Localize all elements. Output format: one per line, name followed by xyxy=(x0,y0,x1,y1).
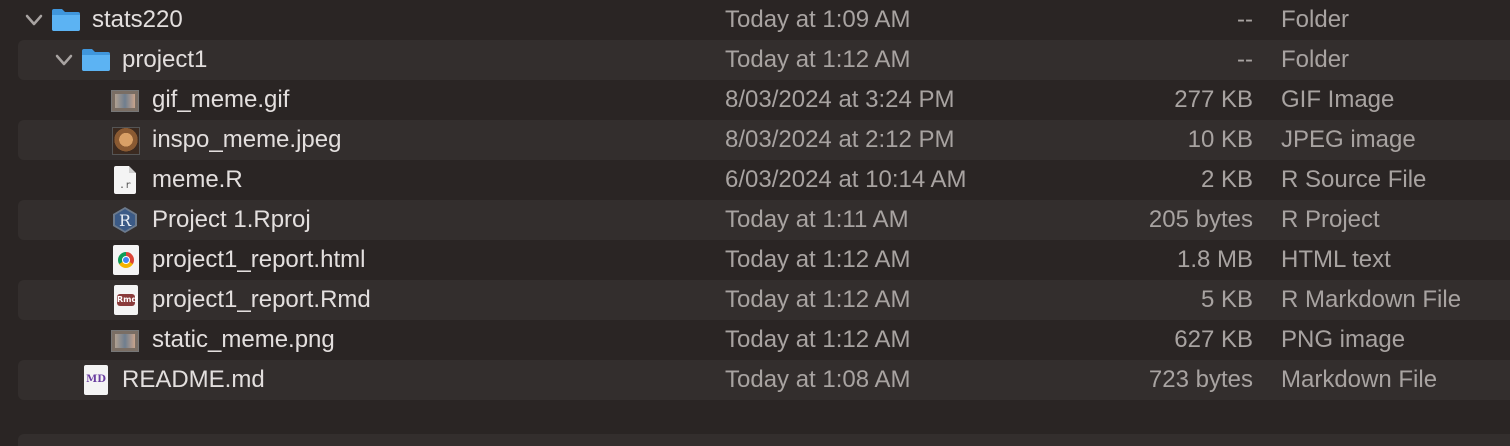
file-kind: Folder xyxy=(1281,6,1350,33)
file-size: 277 KB xyxy=(1174,86,1253,113)
list-item-report-rmd[interactable]: Rmd project1_report.Rmd Today at 1:12 AM… xyxy=(0,280,1510,320)
date-modified: Today at 1:12 AM xyxy=(725,246,911,273)
image-thumbnail-icon xyxy=(111,90,139,112)
list-item-meme-r[interactable]: .r meme.R 6/03/2024 at 10:14 AM 2 KB R S… xyxy=(0,160,1510,200)
file-size: 10 KB xyxy=(1187,126,1253,153)
date-modified: Today at 1:08 AM xyxy=(725,366,911,393)
chevron-down-icon[interactable] xyxy=(22,8,46,32)
chevron-down-icon[interactable] xyxy=(52,48,76,72)
list-item-readme[interactable]: MD README.md Today at 1:08 AM 723 bytes … xyxy=(0,360,1510,400)
r-project-icon: R xyxy=(113,207,137,233)
file-size: 2 KB xyxy=(1200,166,1253,193)
file-size: 723 bytes xyxy=(1148,366,1253,393)
date-modified: Today at 1:12 AM xyxy=(725,46,911,73)
markdown-file-icon: MD xyxy=(84,365,108,395)
folder-icon xyxy=(52,9,80,31)
date-modified: 8/03/2024 at 2:12 PM xyxy=(725,126,955,153)
file-name: project1_report.html xyxy=(152,246,366,273)
chrome-html-icon xyxy=(113,245,139,275)
list-item-stats220[interactable]: stats220 Today at 1:09 AM -- Folder xyxy=(0,0,1510,40)
file-kind: R Project xyxy=(1281,206,1380,233)
finder-file-list: stats220 Today at 1:09 AM -- Folder proj… xyxy=(0,0,1510,400)
file-kind: R Source File xyxy=(1281,166,1427,193)
rmd-file-icon: Rmd xyxy=(114,285,138,315)
file-name: stats220 xyxy=(92,6,183,33)
date-modified: 6/03/2024 at 10:14 AM xyxy=(725,166,967,193)
file-kind: Markdown File xyxy=(1281,366,1438,393)
file-size: 205 bytes xyxy=(1148,206,1253,233)
file-kind: PNG image xyxy=(1281,326,1406,353)
file-name: project1_report.Rmd xyxy=(152,286,371,313)
date-modified: 8/03/2024 at 3:24 PM xyxy=(725,86,955,113)
r-source-file-icon: .r xyxy=(114,166,136,194)
list-item-project-rproj[interactable]: R Project 1.Rproj Today at 1:11 AM 205 b… xyxy=(0,200,1510,240)
file-name: static_meme.png xyxy=(152,326,335,353)
date-modified: Today at 1:12 AM xyxy=(725,286,911,313)
file-size: -- xyxy=(1237,46,1253,73)
file-name: Project 1.Rproj xyxy=(152,206,311,233)
file-kind: JPEG image xyxy=(1281,126,1416,153)
list-item-report-html[interactable]: project1_report.html Today at 1:12 AM 1.… xyxy=(0,240,1510,280)
image-thumbnail-icon xyxy=(111,330,139,352)
file-name: meme.R xyxy=(152,166,243,193)
list-item-static-meme[interactable]: static_meme.png Today at 1:12 AM 627 KB … xyxy=(0,320,1510,360)
file-kind: Folder xyxy=(1281,46,1350,73)
list-item-gif-meme[interactable]: gif_meme.gif 8/03/2024 at 3:24 PM 277 KB… xyxy=(0,80,1510,120)
list-item-project1[interactable]: project1 Today at 1:12 AM -- Folder xyxy=(0,40,1510,80)
file-size: 627 KB xyxy=(1174,326,1253,353)
date-modified: Today at 1:09 AM xyxy=(725,6,911,33)
file-size: -- xyxy=(1237,6,1253,33)
date-modified: Today at 1:12 AM xyxy=(725,326,911,353)
file-kind: GIF Image xyxy=(1281,86,1395,113)
file-name: inspo_meme.jpeg xyxy=(152,126,342,153)
svg-text:R: R xyxy=(119,211,132,230)
empty-row-stripe xyxy=(18,434,1510,446)
file-kind: R Markdown File xyxy=(1281,286,1462,313)
date-modified: Today at 1:11 AM xyxy=(725,206,909,233)
dog-thumbnail-icon xyxy=(112,127,140,155)
list-item-inspo-meme[interactable]: inspo_meme.jpeg 8/03/2024 at 2:12 PM 10 … xyxy=(0,120,1510,160)
file-name: gif_meme.gif xyxy=(152,86,290,113)
file-size: 1.8 MB xyxy=(1176,246,1253,273)
file-name: README.md xyxy=(122,366,265,393)
file-name: project1 xyxy=(122,46,208,73)
file-size: 5 KB xyxy=(1200,286,1253,313)
file-kind: HTML text xyxy=(1281,246,1391,273)
folder-icon xyxy=(82,49,110,71)
